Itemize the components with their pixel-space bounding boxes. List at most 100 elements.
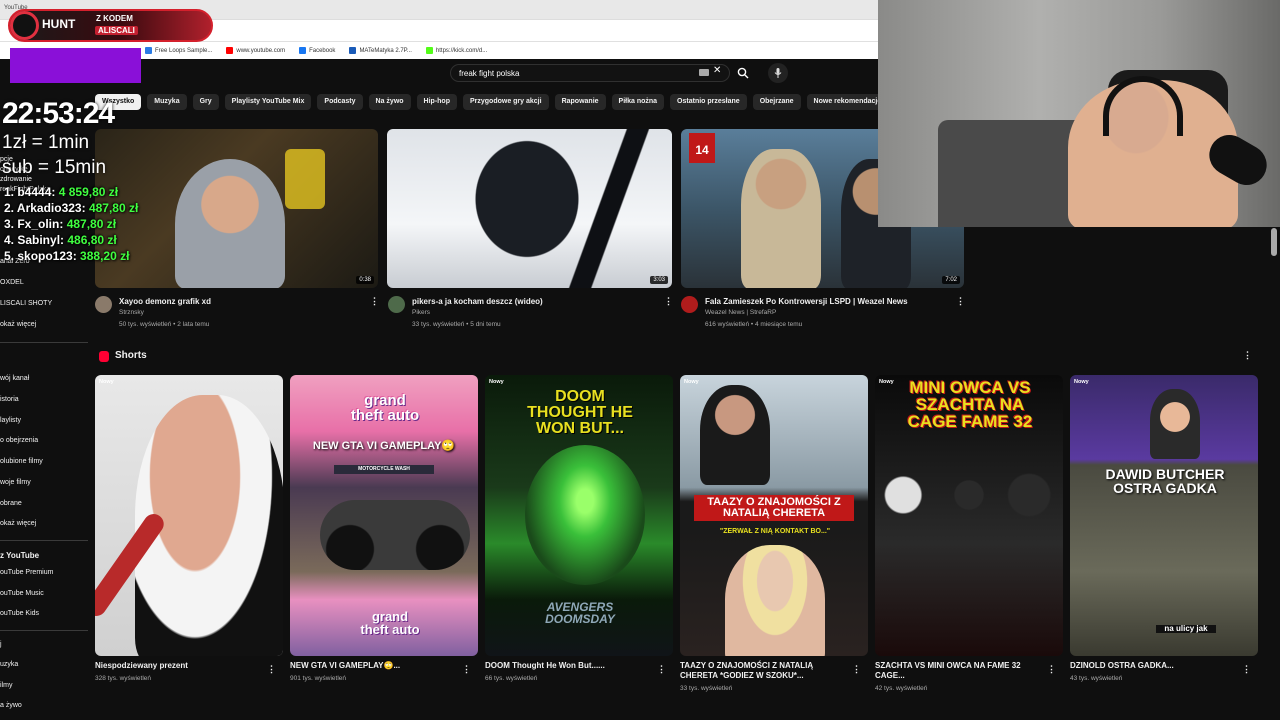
short-views: 901 tys. wyświetleń bbox=[290, 675, 346, 682]
short-title[interactable]: DOOM Thought He Won But...... bbox=[485, 661, 655, 671]
sidebar-item[interactable]: j bbox=[0, 641, 2, 648]
short-thumbnail[interactable]: MINI OWCA VS SZACHTA NA CAGE FAME 32 Now… bbox=[875, 375, 1063, 656]
video-menu-button[interactable]: ⋮ bbox=[370, 296, 379, 307]
sidebar-item-history[interactable]: istoria bbox=[0, 396, 19, 403]
sidebar-item-premium[interactable]: ouTube Premium bbox=[0, 569, 53, 576]
bookmark-item[interactable]: Free Loops Sample... bbox=[145, 47, 212, 54]
chip-mix[interactable]: Playlisty YouTube Mix bbox=[224, 94, 312, 110]
short-thumbnail[interactable]: grand theft auto NEW GTA VI GAMEPLAY🙄 MO… bbox=[290, 375, 478, 656]
sidebar-item-movies[interactable]: ilmy bbox=[0, 682, 12, 689]
short-menu-button[interactable]: ⋮ bbox=[267, 664, 276, 675]
sidebar-item-your-channel[interactable]: wój kanał bbox=[0, 375, 29, 382]
chip-games[interactable]: Gry bbox=[192, 94, 219, 110]
sidebar-section-header: z YouTube bbox=[0, 551, 40, 560]
sidebar-show-more[interactable]: okaż więcej bbox=[0, 321, 36, 328]
scrollbar-thumb[interactable] bbox=[1271, 228, 1277, 256]
short-thumbnail[interactable]: DAWID BUTCHER OSTRA GADKA na ulicy jak N… bbox=[1070, 375, 1258, 656]
keyboard-icon[interactable] bbox=[699, 69, 709, 76]
short-title[interactable]: DZINOLD OSTRA GADKA... bbox=[1070, 661, 1240, 671]
video-duration: 7:02 bbox=[942, 276, 960, 284]
shorts-menu-button[interactable]: ⋮ bbox=[1243, 350, 1252, 361]
video-title[interactable]: Fala Zamieszek Po Kontrowersji LSPD | We… bbox=[705, 297, 908, 306]
leaderboard-row: 5. skopo123: 388,20 zł bbox=[4, 249, 130, 263]
chip-football[interactable]: Piłka nożna bbox=[611, 94, 665, 110]
channel-avatar[interactable] bbox=[388, 296, 405, 313]
sidebar-item-music[interactable]: ouTube Music bbox=[0, 590, 44, 597]
chip-rap[interactable]: Rapowanie bbox=[554, 94, 606, 110]
sidebar-item-music-explore[interactable]: uzyka bbox=[0, 661, 18, 668]
chip-action-adventure[interactable]: Przygodowe gry akcji bbox=[462, 94, 549, 110]
short-thumbnail[interactable]: Nowy bbox=[95, 375, 283, 656]
video-menu-button[interactable]: ⋮ bbox=[956, 296, 965, 307]
bookmark-item[interactable]: MATeMatyka 2.7P... bbox=[349, 47, 412, 54]
video-channel[interactable]: Weazel News | StrefaRP bbox=[705, 309, 776, 316]
short-menu-button[interactable]: ⋮ bbox=[1242, 664, 1251, 675]
video-duration: 3:03 bbox=[650, 276, 668, 284]
short-menu-button[interactable]: ⋮ bbox=[462, 664, 471, 675]
clear-search-icon[interactable]: ✕ bbox=[713, 65, 721, 76]
chip-podcasts[interactable]: Podcasty bbox=[317, 94, 363, 110]
video-thumbnail[interactable]: 3:03 bbox=[387, 129, 672, 288]
short-views: 42 tys. wyświetleń bbox=[875, 685, 928, 692]
channel-avatar[interactable] bbox=[95, 296, 112, 313]
webcam-feed bbox=[878, 0, 1280, 227]
chip-music[interactable]: Muzyka bbox=[147, 94, 187, 110]
new-badge: Nowy bbox=[1074, 379, 1089, 385]
short-overlay-subtext: MOTORCYCLE WASH bbox=[334, 465, 434, 474]
sidebar-item-downloads[interactable]: obrane bbox=[0, 500, 22, 507]
bookmark-item[interactable]: Facebook bbox=[299, 47, 335, 54]
chip-live[interactable]: Na żywo bbox=[368, 94, 411, 110]
sidebar-item-live[interactable]: a żywo bbox=[0, 702, 22, 709]
sidebar-item-watch-later[interactable]: o obejrzenia bbox=[0, 437, 38, 444]
short-thumbnail[interactable]: DOOM THOUGHT HE WON BUT... AVENGERS DOOM… bbox=[485, 375, 673, 656]
sidebar-item-liked[interactable]: olubione filmy bbox=[0, 458, 43, 465]
video-menu-button[interactable]: ⋮ bbox=[664, 296, 673, 307]
short-title[interactable]: Niespodziewany prezent bbox=[95, 661, 265, 671]
chip-new-recs[interactable]: Nowe rekomendacje bbox=[806, 94, 889, 110]
promo-line: Z KODEM bbox=[96, 14, 133, 23]
search-button[interactable] bbox=[731, 64, 755, 82]
short-thumbnail[interactable]: TAAZY O ZNAJOMOŚCI Z NATALIĄ CHERETA "ZE… bbox=[680, 375, 868, 656]
search-input[interactable]: freak fight polska bbox=[450, 64, 730, 82]
sidebar-item-kids[interactable]: ouTube Kids bbox=[0, 610, 39, 617]
new-badge: Nowy bbox=[684, 379, 699, 385]
video-meta: 50 tys. wyświetleń • 2 lata temu bbox=[119, 321, 210, 328]
short-face bbox=[525, 445, 645, 585]
chip-hiphop[interactable]: Hip-hop bbox=[416, 94, 457, 110]
short-title[interactable]: NEW GTA VI GAMEPLAY🙄... bbox=[290, 661, 460, 671]
sidebar-item[interactable]: OXDEL bbox=[0, 279, 24, 286]
video-duration: 0:38 bbox=[356, 276, 374, 284]
short-views: 33 tys. wyświetleń bbox=[680, 685, 733, 692]
short-menu-button[interactable]: ⋮ bbox=[657, 664, 666, 675]
youtube-icon bbox=[226, 47, 234, 54]
kick-icon bbox=[425, 47, 433, 54]
short-overlay-text: MINI OWCA VS SZACHTA NA CAGE FAME 32 bbox=[907, 378, 1033, 431]
voice-search-button[interactable] bbox=[768, 63, 788, 83]
video-channel[interactable]: Strznsky bbox=[119, 309, 144, 316]
short-person bbox=[725, 545, 825, 656]
thumbnail-shadow bbox=[567, 129, 657, 288]
bookmark-item[interactable]: www.youtube.com bbox=[226, 47, 285, 54]
sidebar-item-your-videos[interactable]: woje filmy bbox=[0, 479, 31, 486]
facebook-icon bbox=[299, 47, 307, 54]
video-title[interactable]: pikers-a ja kocham deszcz (wideo) bbox=[412, 297, 543, 306]
video-title[interactable]: Xayoo demonz grafik xd bbox=[119, 297, 211, 306]
filter-chips: Wszystko Muzyka Gry Playlisty YouTube Mi… bbox=[95, 94, 889, 110]
chip-recent[interactable]: Ostatnio przesłane bbox=[670, 94, 747, 110]
chip-watched[interactable]: Obejrzane bbox=[752, 94, 801, 110]
sidebar-divider bbox=[0, 342, 88, 343]
thumbnail-person bbox=[741, 149, 821, 288]
sidebar-item[interactable]: LISCALI SHOTY bbox=[0, 300, 52, 307]
promo-code: ALISCALI bbox=[95, 26, 138, 35]
sidebar-show-more[interactable]: okaż więcej bbox=[0, 520, 36, 527]
short-menu-button[interactable]: ⋮ bbox=[1047, 664, 1056, 675]
short-menu-button[interactable]: ⋮ bbox=[852, 664, 861, 675]
short-title[interactable]: TAAZY O ZNAJOMOŚCI Z NATALIĄ CHERETA *GO… bbox=[680, 661, 850, 681]
short-title[interactable]: SZACHTA VS MINI OWCA NA FAME 32 CAGE... bbox=[875, 661, 1045, 681]
bookmark-item[interactable]: https://kick.com/d... bbox=[425, 47, 487, 54]
video-channel[interactable]: Pikers bbox=[412, 309, 430, 316]
sidebar-item-playlists[interactable]: laylisty bbox=[0, 417, 21, 424]
channel-avatar[interactable] bbox=[681, 296, 698, 313]
subathon-timer: 22:53:24 bbox=[2, 97, 115, 130]
new-badge: Nowy bbox=[879, 379, 894, 385]
